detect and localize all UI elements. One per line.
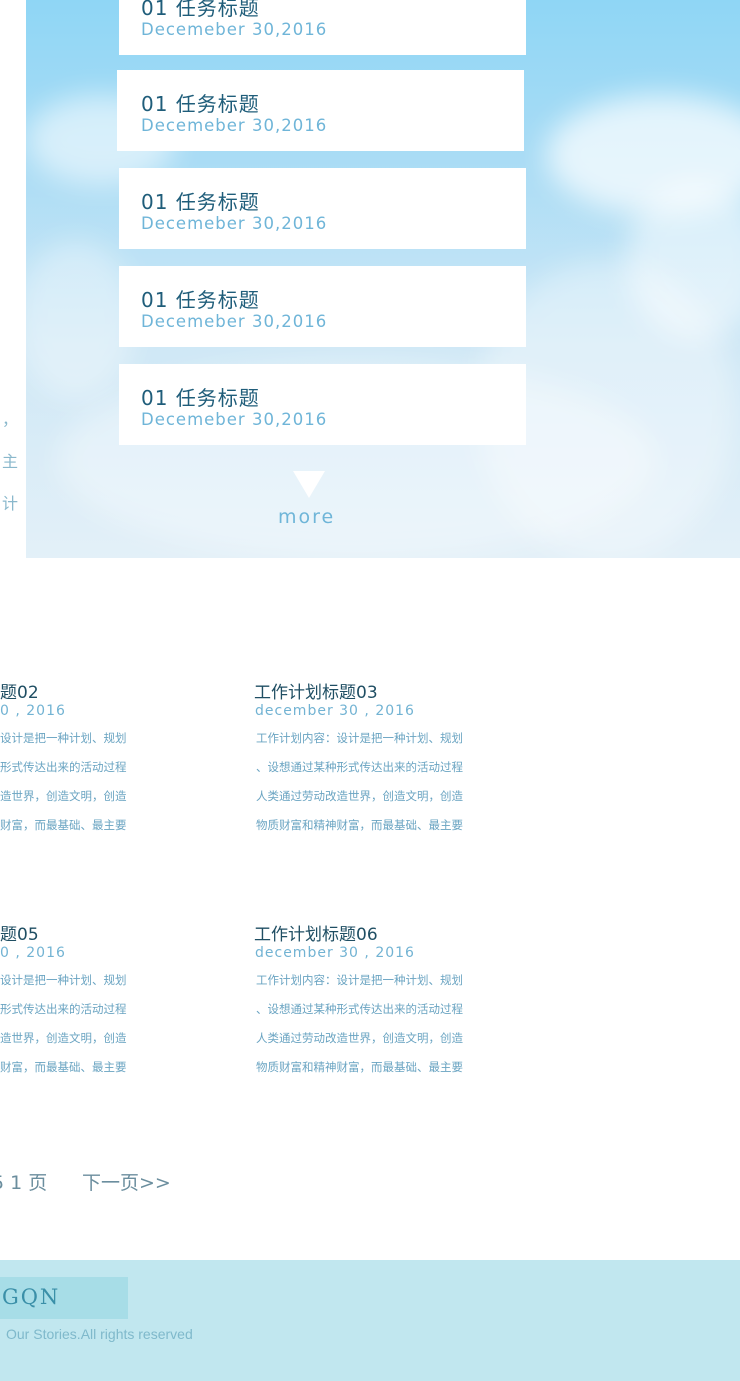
plan-content-line: 人类通过劳动改造世界，创造文明，创造 bbox=[256, 1031, 463, 1045]
plan-card[interactable]: 题05 0 , 2016 设计是把一种计划、规划 形式传达出来的活动过程 造世界… bbox=[0, 920, 230, 1080]
plan-date: december 30 , 2016 bbox=[255, 945, 415, 961]
task-title: 01 任务标题 bbox=[141, 386, 260, 410]
plan-date: 0 , 2016 bbox=[0, 945, 66, 961]
footer-logo[interactable]: LGQN bbox=[0, 1277, 128, 1319]
plan-content-line: 财富，而最基础、最主要 bbox=[0, 818, 127, 832]
task-title: 01 任务标题 bbox=[141, 92, 260, 116]
plan-content-line: 设计是把一种计划、规划 bbox=[0, 731, 127, 745]
plan-content-line: 、设想通过某种形式传达出来的活动过程 bbox=[256, 760, 463, 774]
page-indicator: 5 1 页 bbox=[0, 1172, 48, 1194]
plan-content-line: 工作计划内容：设计是把一种计划、规划 bbox=[256, 973, 463, 987]
task-date: Decemeber 30,2016 bbox=[141, 116, 328, 135]
cut-off-text: ， bbox=[1, 410, 18, 429]
task-card[interactable]: 01 任务标题 Decemeber 30,2016 bbox=[119, 266, 526, 347]
task-card[interactable]: 01 任务标题 Decemeber 30,2016 bbox=[119, 168, 526, 249]
plan-content-line: 财富，而最基础、最主要 bbox=[0, 1060, 127, 1074]
plan-content-line: 造世界，创造文明，创造 bbox=[0, 1031, 127, 1045]
plan-title: 工作计划标题06 bbox=[254, 925, 378, 945]
cut-off-text: 计 bbox=[1, 494, 18, 513]
more-link[interactable]: more bbox=[278, 506, 335, 528]
next-page-link[interactable]: 下一页>> bbox=[82, 1168, 171, 1195]
plan-content-line: 工作计划内容：设计是把一种计划、规划 bbox=[256, 731, 463, 745]
cut-off-text: 主 bbox=[1, 452, 18, 471]
plan-date: december 30 , 2016 bbox=[255, 703, 415, 719]
triangle-down-icon[interactable] bbox=[293, 471, 325, 498]
footer: LGQN Our Stories.All rights reserved bbox=[0, 1260, 740, 1381]
task-card[interactable]: 01 任务标题 Decemeber 30,2016 bbox=[119, 364, 526, 445]
plan-content-line: 物质财富和精神财富，而最基础、最主要 bbox=[256, 818, 463, 832]
task-title: 01 任务标题 bbox=[141, 288, 260, 312]
plan-title: 工作计划标题03 bbox=[254, 683, 378, 703]
plan-content-line: 人类通过劳动改造世界，创造文明，创造 bbox=[256, 789, 463, 803]
plan-content-line: 形式传达出来的活动过程 bbox=[0, 760, 127, 774]
task-date: Decemeber 30,2016 bbox=[141, 410, 328, 429]
plan-content-line: 形式传达出来的活动过程 bbox=[0, 1002, 127, 1016]
task-card[interactable]: 01 任务标题 Decemeber 30,2016 bbox=[119, 0, 526, 55]
task-card[interactable]: 01 任务标题 Decemeber 30,2016 bbox=[117, 70, 524, 151]
plan-title: 题02 bbox=[0, 683, 39, 703]
plan-content-line: 物质财富和精神财富，而最基础、最主要 bbox=[256, 1060, 463, 1074]
plan-card[interactable]: 工作计划标题03 december 30 , 2016 工作计划内容：设计是把一… bbox=[254, 678, 514, 838]
copyright-text: Our Stories.All rights reserved bbox=[6, 1326, 193, 1342]
task-date: Decemeber 30,2016 bbox=[141, 312, 328, 331]
plan-content-line: 造世界，创造文明，创造 bbox=[0, 789, 127, 803]
plan-card[interactable]: 题02 0 , 2016 设计是把一种计划、规划 形式传达出来的活动过程 造世界… bbox=[0, 678, 230, 838]
plan-content-line: 设计是把一种计划、规划 bbox=[0, 973, 127, 987]
plan-title: 题05 bbox=[0, 925, 39, 945]
task-date: Decemeber 30,2016 bbox=[141, 20, 328, 39]
logo-text: LGQN bbox=[0, 1285, 61, 1309]
task-title: 01 任务标题 bbox=[141, 190, 260, 214]
plan-card[interactable]: 工作计划标题06 december 30 , 2016 工作计划内容：设计是把一… bbox=[254, 920, 514, 1080]
task-date: Decemeber 30,2016 bbox=[141, 214, 328, 233]
task-title: 01 任务标题 bbox=[141, 0, 260, 20]
plan-content-line: 、设想通过某种形式传达出来的活动过程 bbox=[256, 1002, 463, 1016]
plan-date: 0 , 2016 bbox=[0, 703, 66, 719]
